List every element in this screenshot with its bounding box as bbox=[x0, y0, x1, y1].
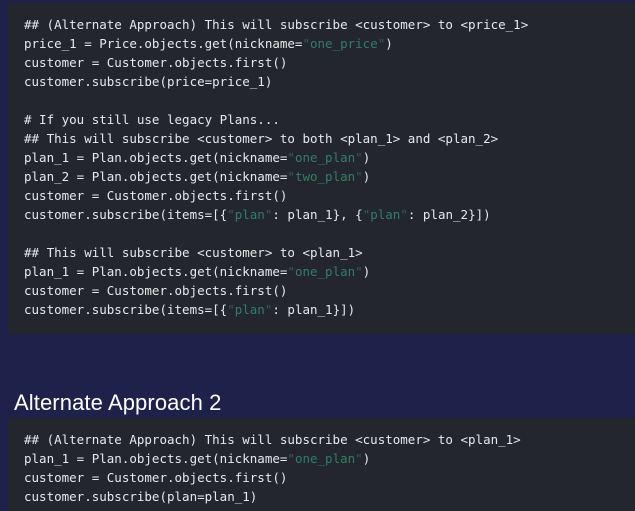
left-margin-rail bbox=[0, 0, 8, 511]
page-title-alternate-approach-2: Alternate Approach 2 bbox=[14, 390, 222, 416]
code-content-1: ## (Alternate Approach) This will subscr… bbox=[24, 17, 529, 317]
documentation-page: ## (Alternate Approach) This will subscr… bbox=[0, 0, 635, 511]
code-content-2: ## (Alternate Approach) This will subscr… bbox=[24, 432, 521, 504]
code-block-alternate-approach-2[interactable]: ## (Alternate Approach) This will subscr… bbox=[8, 418, 635, 511]
code-block-legacy-plans[interactable]: ## (Alternate Approach) This will subscr… bbox=[8, 3, 635, 334]
